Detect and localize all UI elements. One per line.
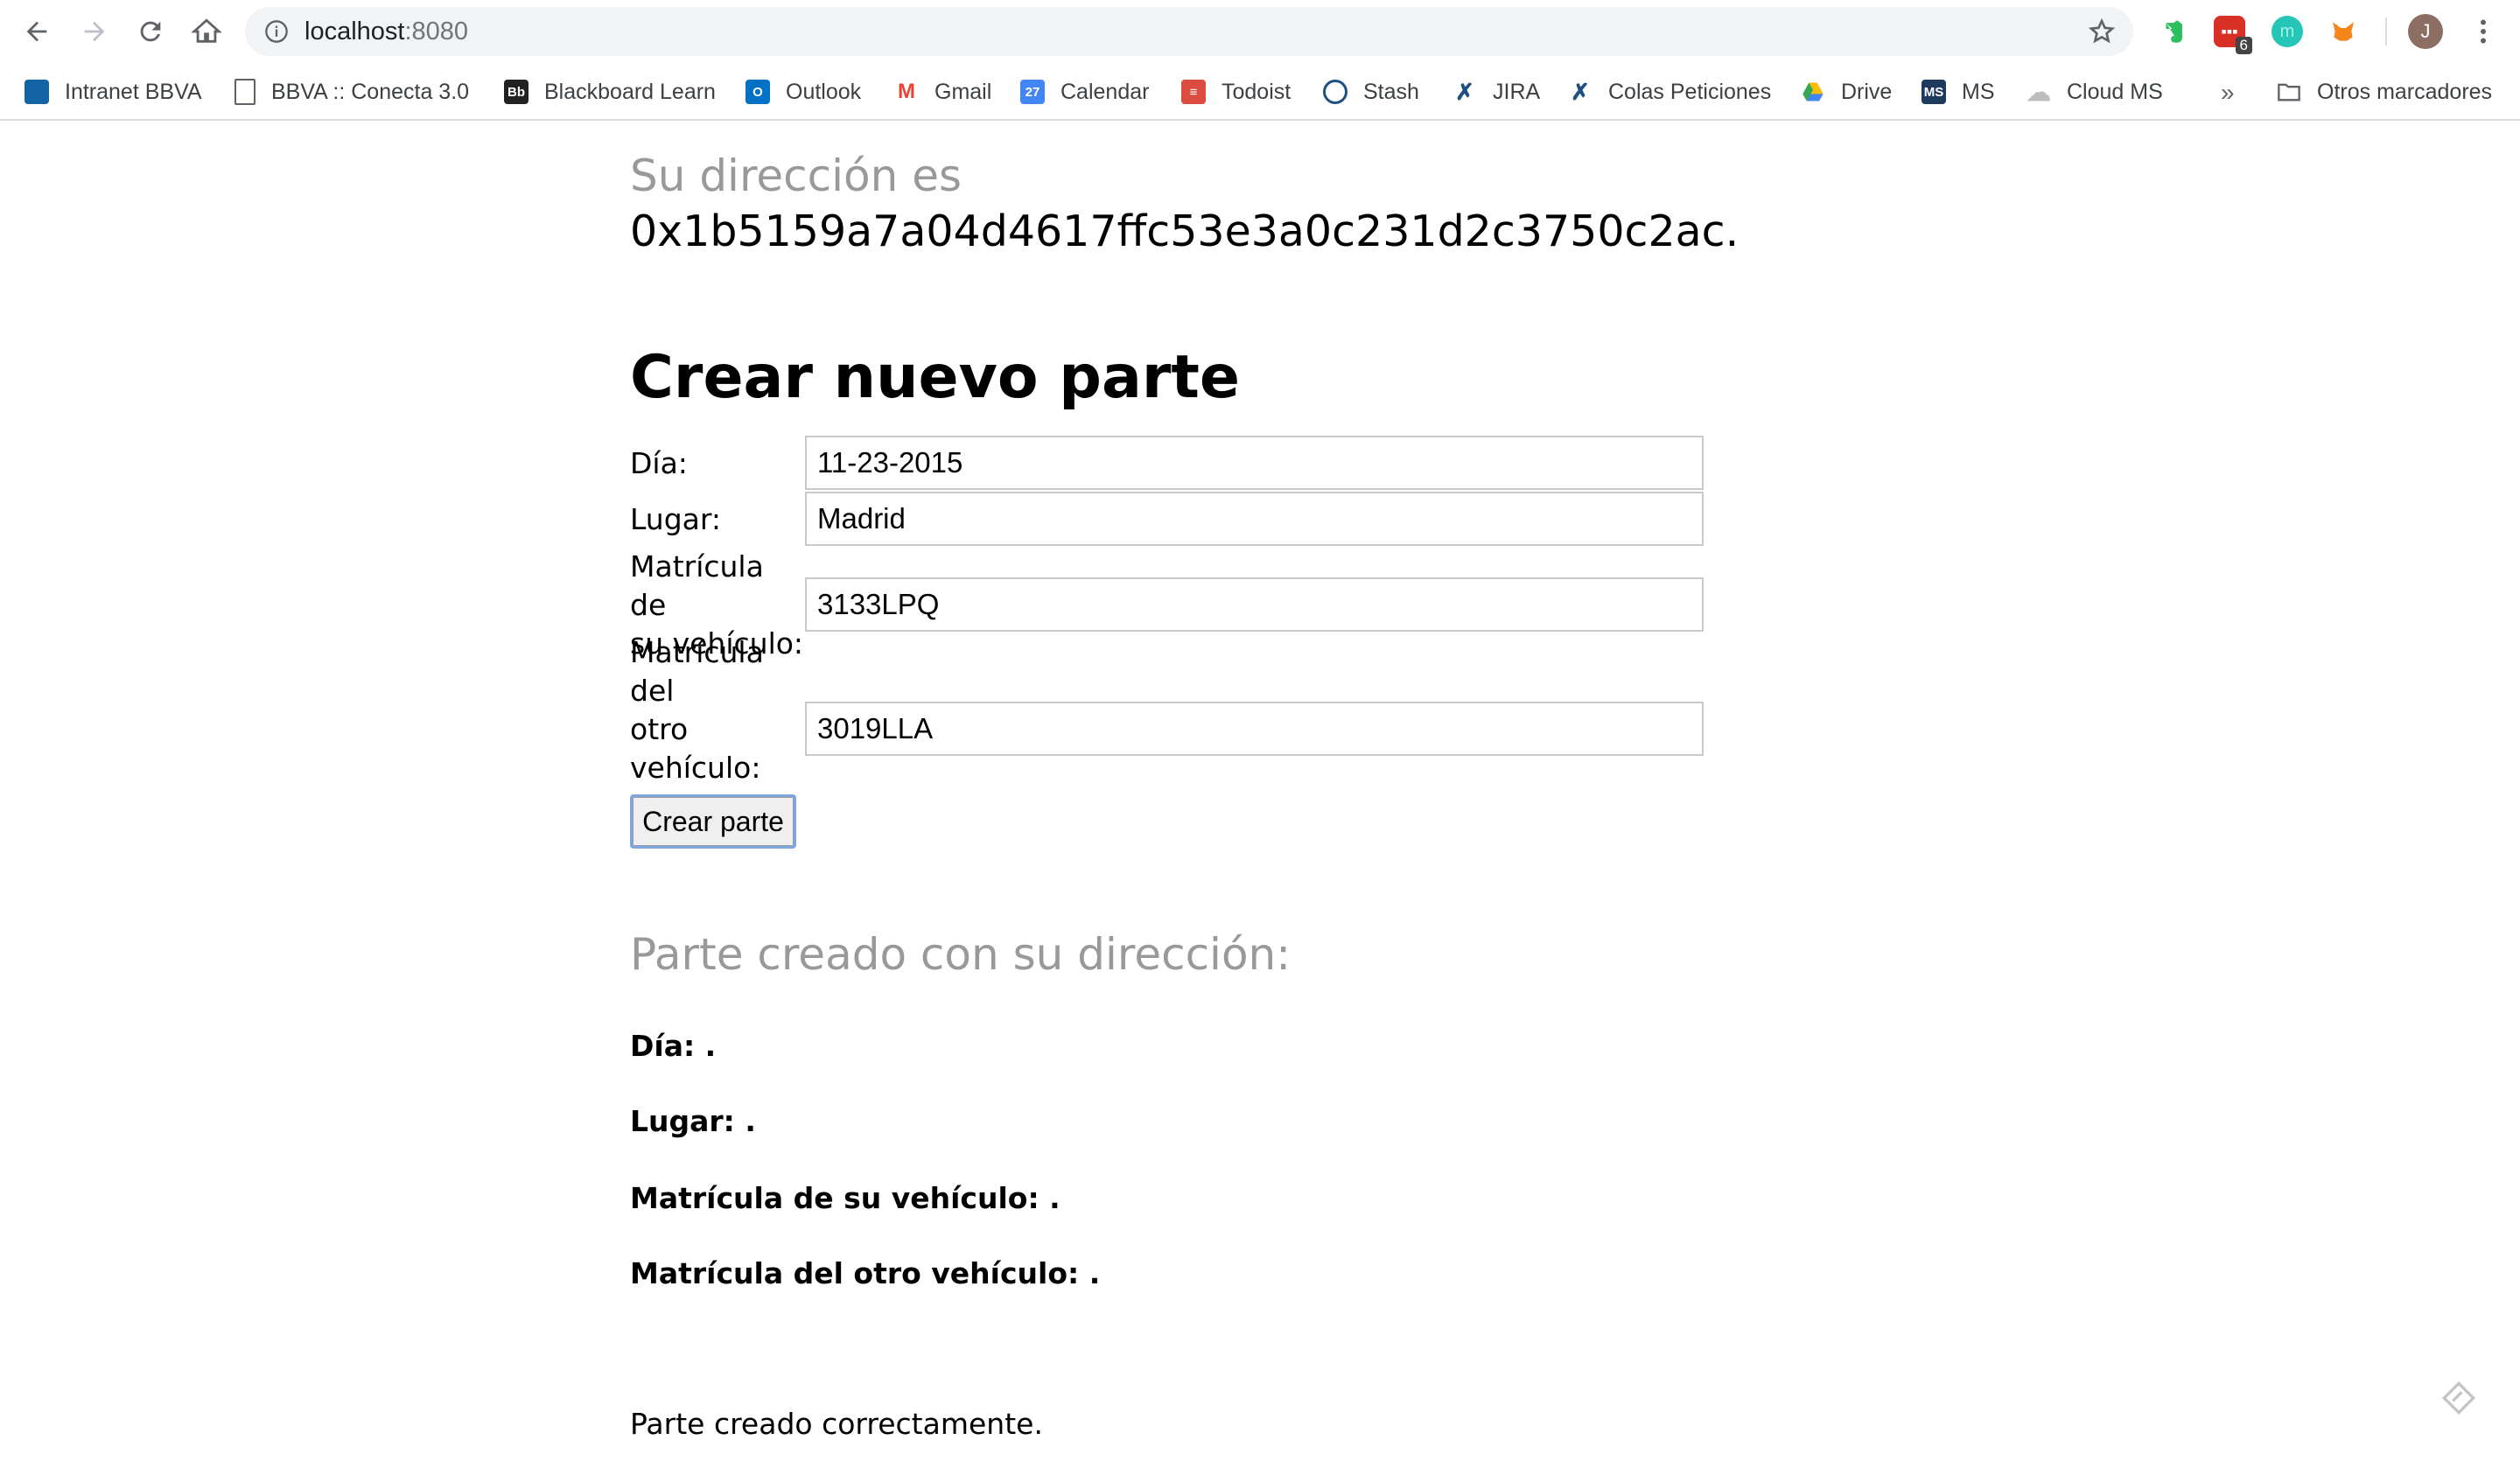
evernote-extension-icon[interactable]	[2158, 16, 2189, 47]
forward-button[interactable]	[75, 12, 114, 51]
reload-icon	[140, 21, 161, 42]
bookmark-bbva-conecta[interactable]: BBVA :: Conecta 3.0	[234, 65, 469, 119]
jira-icon: ✗	[1568, 79, 1592, 105]
bookmark-intranet-bbva[interactable]: Intranet BBVA	[24, 65, 202, 119]
result-matricula-su: Matrícula de su vehículo: .	[630, 1181, 1060, 1215]
bookmark-label: Blackboard Learn	[544, 79, 716, 104]
form-title: Crear nuevo parte	[630, 343, 1241, 412]
bookmarks-bar: Intranet BBVA BBVA :: Conecta 3.0 Bb Bla…	[0, 65, 2520, 121]
arrow-left-icon	[26, 21, 47, 42]
jira-icon: ✗	[1452, 79, 1477, 105]
bookmark-drive[interactable]: Drive	[1801, 65, 1892, 119]
evernote-icon	[2166, 20, 2182, 43]
browser-toolbar: localhost:8080 ▪▪▪ 6 m J	[0, 0, 2520, 65]
bookmark-label: Todoist	[1222, 79, 1292, 104]
bookmark-label: Otros marcadores	[2317, 79, 2493, 104]
status-message: Parte creado correctamente.	[630, 1407, 1043, 1441]
label-line: vehículo:	[630, 751, 761, 785]
bookmark-label: JIRA	[1493, 79, 1541, 104]
folder-icon	[2278, 83, 2300, 101]
url-text: localhost:8080	[304, 7, 468, 56]
drive-icon	[1801, 80, 1825, 104]
gmail-icon: M	[894, 80, 919, 104]
bookmarks-overflow-button[interactable]: »	[2221, 79, 2235, 107]
calendar-extension-icon[interactable]: ▪▪▪ 6	[2214, 16, 2252, 54]
bookmark-label: Colas Peticiones	[1608, 79, 1772, 104]
address-value: 0x1b5159a7a04d4617ffc53e3a0c231d2c3750c2…	[630, 206, 1740, 256]
label-line: otro	[630, 712, 689, 746]
lugar-input[interactable]: Madrid	[805, 492, 1704, 546]
label-line: Matrícula del	[630, 635, 764, 708]
bookmark-label: MS	[1962, 79, 1995, 104]
result-lugar: Lugar: .	[630, 1104, 756, 1138]
other-bookmarks-folder[interactable]: Otros marcadores	[2275, 65, 2492, 119]
ms-icon: MS	[1922, 80, 1946, 104]
bookmark-blackboard[interactable]: Bb Blackboard Learn	[504, 65, 716, 119]
result-dia: Día: .	[630, 1029, 717, 1063]
floating-tool-icon[interactable]	[2441, 1381, 2476, 1416]
metamask-extension-icon[interactable]	[2328, 16, 2359, 47]
profile-avatar[interactable]: J	[2408, 14, 2443, 49]
stash-icon	[1323, 80, 1348, 104]
kebab-menu-icon[interactable]	[2468, 16, 2499, 47]
outlook-icon: O	[746, 80, 770, 104]
bookmark-label: Cloud MS	[2067, 79, 2163, 104]
bookmark-label: Stash	[1363, 79, 1419, 104]
matricula-su-input[interactable]: 3133LPQ	[805, 577, 1704, 632]
bookmark-gmail[interactable]: M Gmail	[894, 65, 991, 119]
bookmark-stash[interactable]: Stash	[1323, 65, 1419, 119]
bookmark-cloud-ms[interactable]: ☁ Cloud MS	[2026, 65, 2163, 119]
result-matricula-otro: Matrícula del otro vehículo: .	[630, 1256, 1101, 1290]
bookmark-ms[interactable]: MS MS	[1922, 65, 1995, 119]
address-bar[interactable]: localhost:8080	[245, 7, 2133, 56]
bookmark-label: Calendar	[1060, 79, 1150, 104]
bookmark-label: Gmail	[934, 79, 992, 104]
bookmark-colas-peticiones[interactable]: ✗ Colas Peticiones	[1568, 65, 1771, 119]
url-port: :8080	[404, 17, 469, 45]
matricula-otro-label: Matrícula del otro vehículo:	[630, 633, 805, 787]
bbva-icon	[24, 80, 49, 104]
bookmark-outlook[interactable]: O Outlook	[746, 65, 861, 119]
arrow-right-icon	[84, 21, 105, 42]
dia-label: Día:	[630, 446, 688, 480]
reload-button[interactable]	[131, 12, 170, 51]
bookmark-label: Intranet BBVA	[65, 79, 202, 104]
lugar-label: Lugar:	[630, 502, 721, 536]
blackboard-icon: Bb	[504, 80, 528, 104]
extension-badge: 6	[2235, 37, 2252, 54]
url-host: localhost	[304, 17, 405, 45]
home-icon	[192, 18, 221, 43]
bookmark-calendar[interactable]: 27 Calendar	[1020, 65, 1149, 119]
result-title: Parte creado con su dirección:	[630, 929, 1292, 980]
label-line: Matrícula de	[630, 549, 764, 622]
bookmark-label: BBVA :: Conecta 3.0	[271, 79, 470, 104]
bookmark-jira[interactable]: ✗ JIRA	[1452, 65, 1540, 119]
page-icon	[234, 79, 256, 105]
dia-input[interactable]: 11-23-2015	[805, 436, 1704, 490]
bookmark-label: Outlook	[786, 79, 862, 104]
info-icon[interactable]	[264, 19, 289, 44]
calendar-icon: 27	[1020, 80, 1045, 104]
fox-icon	[2333, 22, 2354, 41]
crear-parte-button[interactable]: Crear parte	[630, 794, 796, 849]
matricula-otro-input[interactable]: 3019LLA	[805, 702, 1704, 756]
todoist-icon: ≡	[1181, 80, 1206, 104]
toolbar-divider	[2385, 17, 2387, 45]
home-button[interactable]	[187, 12, 226, 51]
bookmark-todoist[interactable]: ≡ Todoist	[1181, 65, 1291, 119]
teal-extension-icon[interactable]: m	[2272, 16, 2303, 47]
bookmark-label: Drive	[1841, 79, 1893, 104]
address-label: Su dirección es	[630, 150, 962, 201]
back-button[interactable]	[18, 12, 56, 51]
cloud-icon: ☁	[2026, 78, 2051, 106]
star-icon[interactable]	[2088, 17, 2116, 45]
